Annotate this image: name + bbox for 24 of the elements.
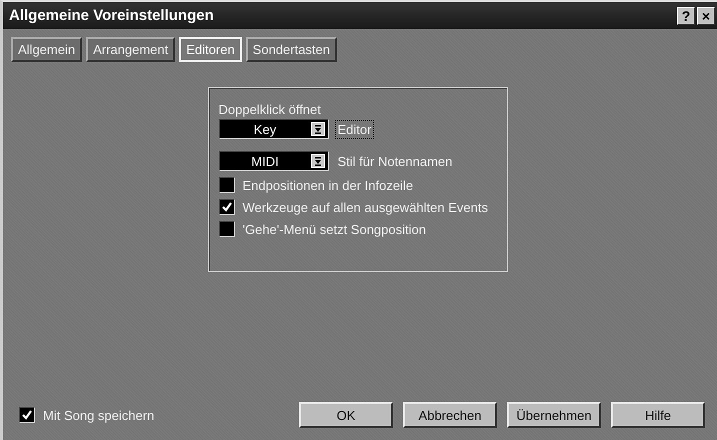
checkbox[interactable] xyxy=(218,177,234,193)
checkbox-label: Endpositionen in der Infozeile xyxy=(242,178,414,192)
dropdown-label: Stil für Notennamen xyxy=(336,152,454,170)
dropdown[interactable]: Key xyxy=(218,119,328,139)
checkbox-label: 'Gehe'-Menü setzt Songposition xyxy=(242,222,426,236)
dialog-button[interactable]: Übernehmen xyxy=(507,402,601,428)
tab[interactable]: Allgemein xyxy=(11,37,82,62)
help-button[interactable]: ? xyxy=(677,6,695,24)
close-button[interactable]: × xyxy=(697,6,715,24)
checkbox[interactable] xyxy=(218,221,234,237)
checkbox[interactable] xyxy=(19,407,35,423)
checkbox-label: Mit Song speichern xyxy=(43,408,154,422)
checkbox-label: Werkzeuge auf allen ausgewählten Events xyxy=(242,200,488,214)
dropdown[interactable]: MIDI xyxy=(218,151,328,171)
dialog-button[interactable]: Hilfe xyxy=(611,402,705,428)
tab[interactable]: Arrangement xyxy=(86,37,176,62)
window-title: Allgemeine Voreinstellungen xyxy=(9,7,214,24)
tab[interactable]: Sondertasten xyxy=(246,37,338,62)
dialog-button[interactable]: OK xyxy=(299,402,393,428)
dialog-button[interactable]: Abbrechen xyxy=(403,402,497,428)
group-label: Doppelklick öffnet xyxy=(218,102,322,117)
dropdown-label: Editor xyxy=(334,120,374,138)
checkbox[interactable] xyxy=(218,199,234,215)
tab[interactable]: Editoren xyxy=(179,37,242,62)
